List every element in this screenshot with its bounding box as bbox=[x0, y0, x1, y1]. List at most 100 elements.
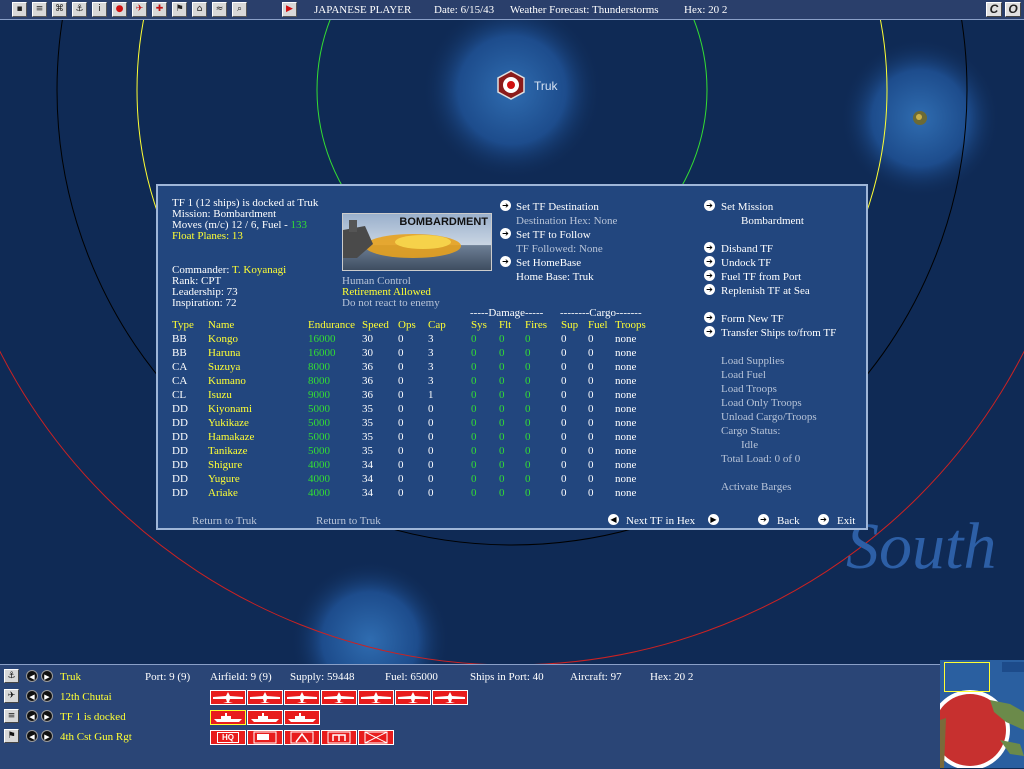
col-header-fuel[interactable]: Fuel bbox=[588, 319, 608, 331]
ground-aa-icon[interactable] bbox=[284, 730, 320, 745]
plane-icon[interactable]: ✚ bbox=[152, 2, 167, 17]
ground-infantry-icon[interactable] bbox=[358, 730, 394, 745]
air-next-icon[interactable]: ▶ bbox=[41, 690, 53, 702]
cell-name[interactable]: Haruna bbox=[208, 347, 240, 359]
cell-name[interactable]: Shigure bbox=[208, 459, 242, 471]
undock-arrow-icon[interactable]: ➔ bbox=[704, 256, 715, 267]
airfield-icon[interactable]: ⌂ bbox=[192, 2, 207, 17]
minimap-viewport[interactable] bbox=[944, 662, 990, 692]
tf-status[interactable]: TF 1 is docked bbox=[60, 711, 126, 723]
unload-button[interactable]: Unload Cargo/Troops bbox=[721, 411, 817, 423]
cell-name[interactable]: Hamakaze bbox=[208, 431, 254, 443]
air-icon[interactable]: ✈ bbox=[132, 2, 147, 17]
ground-artillery-icon[interactable] bbox=[247, 730, 283, 745]
return-button-1[interactable]: Return to Truk bbox=[192, 515, 257, 527]
base-next-icon[interactable]: ▶ bbox=[41, 670, 53, 682]
disband-arrow-icon[interactable]: ➔ bbox=[704, 242, 715, 253]
tf-next-icon[interactable]: ▶ bbox=[41, 710, 53, 722]
col-header-sys[interactable]: Sys bbox=[471, 319, 487, 331]
truk-base-icon[interactable] bbox=[496, 70, 526, 100]
ground-engineer-icon[interactable] bbox=[321, 730, 357, 745]
load-fuel-button[interactable]: Load Fuel bbox=[721, 369, 766, 381]
back-button[interactable]: Back bbox=[777, 515, 800, 527]
ground-hq-icon[interactable]: HQ bbox=[210, 730, 246, 745]
air-unit-icon-5[interactable] bbox=[358, 690, 394, 705]
load-supplies-button[interactable]: Load Supplies bbox=[721, 355, 784, 367]
report-icon[interactable]: ≡ bbox=[32, 2, 47, 17]
air-unit-icon[interactable]: ✈ bbox=[4, 689, 19, 703]
replenish-button[interactable]: Replenish TF at Sea bbox=[721, 285, 810, 297]
air-unit-icon-3[interactable] bbox=[284, 690, 320, 705]
col-header-sup[interactable]: Sup bbox=[561, 319, 578, 331]
air-prev-icon[interactable]: ◀ bbox=[26, 690, 38, 702]
tf-ship-icon-2[interactable] bbox=[247, 710, 283, 725]
base-name[interactable]: Truk bbox=[60, 671, 81, 683]
activate-barges-button[interactable]: Activate Barges bbox=[721, 481, 791, 493]
air-unit-icon-2[interactable] bbox=[247, 690, 283, 705]
exit-arrow-icon[interactable]: ➔ bbox=[818, 514, 829, 525]
air-unit-icon-4[interactable] bbox=[321, 690, 357, 705]
route-icon[interactable]: ≈ bbox=[212, 2, 227, 17]
map-base-label[interactable]: Truk bbox=[534, 80, 558, 92]
col-header-cap[interactable]: Cap bbox=[428, 319, 446, 331]
ground-unit-name[interactable]: 4th Cst Gun Rgt bbox=[60, 731, 132, 743]
tf-ship-icon-3[interactable] bbox=[284, 710, 320, 725]
undock-button[interactable]: Undock TF bbox=[721, 257, 771, 269]
transfer-arrow-icon[interactable]: ➔ bbox=[704, 326, 715, 337]
cell-name[interactable]: Suzuya bbox=[208, 361, 240, 373]
col-header-name[interactable]: Name bbox=[208, 319, 234, 331]
col-header-endurance[interactable]: Endurance bbox=[308, 319, 355, 331]
back-arrow-icon[interactable]: ➔ bbox=[758, 514, 769, 525]
cell-name[interactable]: Kumano bbox=[208, 375, 246, 387]
info-icon[interactable]: ▪ bbox=[12, 2, 27, 17]
o-button[interactable]: O bbox=[1005, 2, 1021, 17]
magnify-icon[interactable]: ⌕ bbox=[232, 2, 247, 17]
disband-button[interactable]: Disband TF bbox=[721, 243, 773, 255]
replenish-arrow-icon[interactable]: ➔ bbox=[704, 284, 715, 295]
base-icon[interactable]: ⚓ bbox=[4, 669, 19, 683]
air-unit-icon-1[interactable] bbox=[210, 690, 246, 705]
col-header-flt[interactable]: Flt bbox=[499, 319, 511, 331]
cell-name[interactable]: Yugure bbox=[208, 473, 240, 485]
air-unit-icon-7[interactable] bbox=[432, 690, 468, 705]
tf-icon[interactable]: ≡ bbox=[4, 709, 19, 723]
cell-name[interactable]: Ariake bbox=[208, 487, 238, 499]
set-mission-button[interactable]: Set Mission bbox=[721, 201, 773, 213]
ship-icon[interactable]: ⚓ bbox=[72, 2, 87, 17]
cell-name[interactable]: Isuzu bbox=[208, 389, 232, 401]
fuel-port-button[interactable]: Fuel TF from Port bbox=[721, 271, 801, 283]
form-new-button[interactable]: Form New TF bbox=[721, 313, 784, 325]
set-mission-arrow-icon[interactable]: ➔ bbox=[704, 200, 715, 211]
prev-tf-arrow-icon[interactable]: ◀ bbox=[608, 514, 619, 525]
return-button-2[interactable]: Return to Truk bbox=[316, 515, 381, 527]
exit-button[interactable]: Exit bbox=[837, 515, 855, 527]
col-header-fires[interactable]: Fires bbox=[525, 319, 547, 331]
c-button[interactable]: C bbox=[986, 2, 1002, 17]
flag-icon[interactable]: ● bbox=[112, 2, 127, 17]
end-turn-icon[interactable]: ▶ bbox=[282, 2, 297, 17]
col-header-ops[interactable]: Ops bbox=[398, 319, 416, 331]
form-new-arrow-icon[interactable]: ➔ bbox=[704, 312, 715, 323]
minimap[interactable] bbox=[940, 660, 1024, 768]
tf-prev-icon[interactable]: ◀ bbox=[26, 710, 38, 722]
load-troops-button[interactable]: Load Troops bbox=[721, 383, 777, 395]
cell-name[interactable]: Kiyonami bbox=[208, 403, 252, 415]
base-prev-icon[interactable]: ◀ bbox=[26, 670, 38, 682]
load-only-troops-button[interactable]: Load Only Troops bbox=[721, 397, 802, 409]
cell-name[interactable]: Tanikaze bbox=[208, 445, 248, 457]
next-tf-arrow-icon[interactable]: ▶ bbox=[708, 514, 719, 525]
transfer-button[interactable]: Transfer Ships to/from TF bbox=[721, 327, 836, 339]
ground-prev-icon[interactable]: ◀ bbox=[26, 730, 38, 742]
fuel-port-arrow-icon[interactable]: ➔ bbox=[704, 270, 715, 281]
col-header-troops[interactable]: Troops bbox=[615, 319, 646, 331]
cell-name[interactable]: Kongo bbox=[208, 333, 238, 345]
ground-next-icon[interactable]: ▶ bbox=[41, 730, 53, 742]
cell-name[interactable]: Yukikaze bbox=[208, 417, 249, 429]
ground-unit-icon[interactable]: ⚑ bbox=[4, 729, 19, 743]
air-unit-name[interactable]: 12th Chutai bbox=[60, 691, 112, 703]
tf-ship-icon-1[interactable] bbox=[210, 710, 246, 725]
flag-marker-icon[interactable]: ⚑ bbox=[172, 2, 187, 17]
col-header-speed[interactable]: Speed bbox=[362, 319, 389, 331]
col-header-type[interactable]: Type bbox=[172, 319, 194, 331]
air-unit-icon-6[interactable] bbox=[395, 690, 431, 705]
